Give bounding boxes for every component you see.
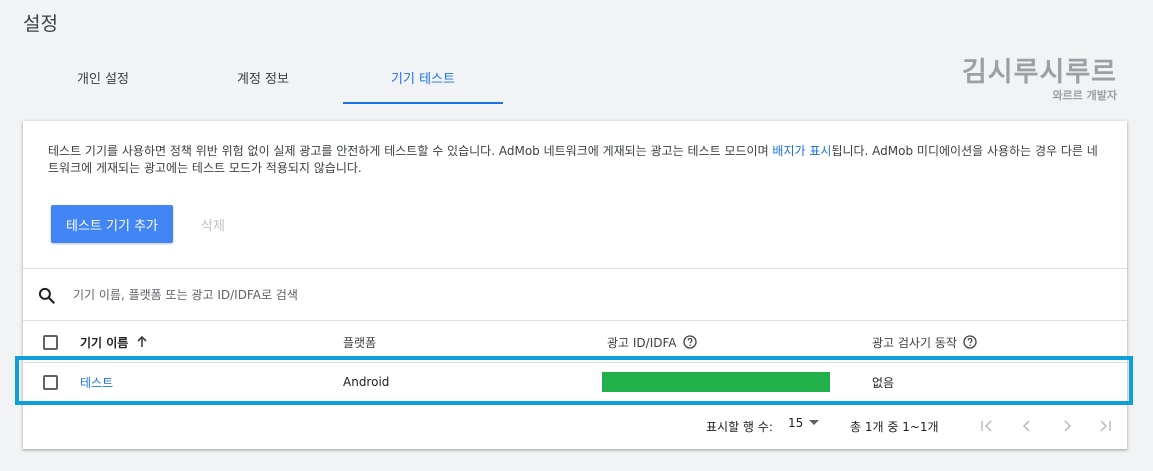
tab-test-devices[interactable]: 기기 테스트 [343, 58, 503, 104]
watermark-subtitle: 와르르 개발자 [1052, 89, 1117, 102]
search-icon [38, 287, 55, 304]
divider [23, 402, 1127, 403]
prev-page-button[interactable] [1015, 414, 1039, 438]
device-platform: Android [343, 375, 390, 389]
last-page-button[interactable] [1093, 414, 1117, 438]
dropdown-arrow-icon [809, 420, 820, 425]
pagination: 표시할 행 수: 15 총 1개 중 1~1개 [23, 411, 1127, 441]
column-ad-inspector-label: 광고 검사기 동작 [872, 335, 957, 350]
first-page-icon [981, 420, 992, 432]
ad-id-cell [602, 363, 830, 401]
last-page-icon [1100, 420, 1111, 432]
ad-id-redaction [602, 372, 830, 392]
column-device-name[interactable]: 기기 이름 [80, 321, 148, 363]
tab-bar: 개인 설정 계정 정보 기기 테스트 [23, 58, 503, 104]
column-platform: 플랫폼 [343, 335, 377, 350]
table-row: 테스트 Android 없음 [23, 363, 1127, 401]
add-test-device-button[interactable]: 테스트 기기 추가 [51, 205, 173, 243]
rows-per-page-label: 표시할 행 수: [706, 420, 773, 434]
sort-arrow-up-icon [137, 336, 147, 347]
tab-account-info[interactable]: 계정 정보 [183, 58, 343, 104]
description-text: 테스트 기기를 사용하면 정책 위반 위험 없이 실제 광고를 안전하게 테스트… [48, 143, 1108, 177]
badge-link[interactable]: 배지가 표시 [772, 144, 831, 158]
watermark-title: 김시루시루르 [961, 57, 1117, 88]
test-devices-card: 테스트 기기를 사용하면 정책 위반 위험 없이 실제 광고를 안전하게 테스트… [23, 121, 1127, 449]
column-ad-inspector: 광고 검사기 동작 [872, 321, 977, 363]
rows-per-page-select[interactable]: 15 [788, 416, 820, 430]
help-circle-icon[interactable] [963, 335, 977, 349]
search-row [23, 269, 1127, 321]
delete-button[interactable]: 삭제 [193, 205, 233, 243]
tab-personal-settings[interactable]: 개인 설정 [23, 58, 183, 104]
select-all-cell [43, 321, 58, 363]
row-checkbox[interactable] [43, 374, 58, 390]
page-range: 총 1개 중 1~1개 [850, 420, 939, 434]
table-header: 기기 이름 플랫폼 광고 ID/IDFA 광고 검사기 동작 [23, 321, 1127, 363]
page-title: 설정 [23, 13, 58, 35]
row-select-cell [43, 363, 58, 401]
column-ad-id-label: 광고 ID/IDFA [607, 335, 677, 350]
column-ad-id: 광고 ID/IDFA [607, 321, 697, 363]
watermark: 김시루시루르 와르르 개발자 [962, 56, 1117, 102]
next-page-button[interactable] [1055, 414, 1079, 438]
help-circle-icon[interactable] [682, 335, 697, 349]
search-input[interactable] [73, 283, 573, 307]
next-page-icon [1064, 420, 1072, 432]
first-page-button[interactable] [975, 414, 999, 438]
prev-page-icon [1022, 420, 1030, 432]
device-name-link[interactable]: 테스트 [80, 363, 113, 401]
ad-inspector-value: 없음 [872, 375, 895, 390]
rows-per-page-value: 15 [788, 416, 804, 430]
column-device-name-label: 기기 이름 [80, 335, 129, 350]
description-part1: 테스트 기기를 사용하면 정책 위반 위험 없이 실제 광고를 안전하게 테스트… [48, 144, 773, 158]
select-all-checkbox[interactable] [43, 334, 58, 350]
